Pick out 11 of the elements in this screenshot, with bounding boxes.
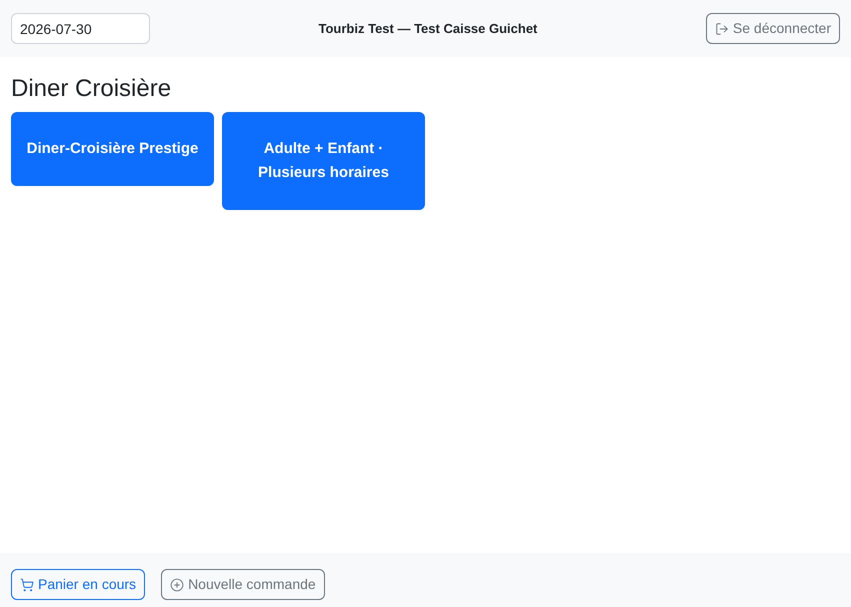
new-order-button[interactable]: Nouvelle commande xyxy=(161,569,325,600)
section-heading: Diner Croisière xyxy=(11,75,172,104)
product-button[interactable]: Diner-Croisière Prestige xyxy=(11,112,214,186)
app-title: Tourbiz Test — Test Caisse Guichet xyxy=(318,20,538,38)
date-field[interactable]: 2026-07-30 xyxy=(11,13,150,44)
logout-button[interactable]: Se déconnecter xyxy=(706,13,840,44)
plus-circle-icon xyxy=(170,578,184,592)
cart-button[interactable]: Panier en cours xyxy=(11,569,146,600)
product-button[interactable]: Adulte + Enfant · Plusieurs horaires xyxy=(222,112,425,210)
cart-icon xyxy=(20,578,34,592)
logout-icon xyxy=(714,22,729,36)
